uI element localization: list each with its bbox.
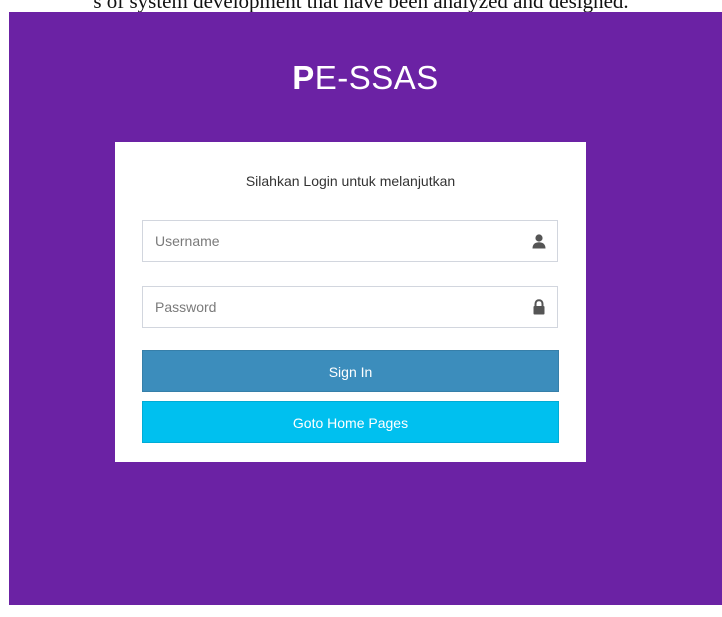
username-field[interactable]: [142, 220, 558, 262]
goto-home-pages-button[interactable]: Goto Home Pages: [142, 401, 559, 443]
login-box: Silahkan Login untuk melanjutkan Sign In…: [115, 142, 586, 462]
login-box-message: Silahkan Login untuk melanjutkan: [245, 173, 456, 189]
logo-text: E-SSAS: [314, 59, 439, 96]
login-page-background: PE-SSAS Silahkan Login untuk melanjutkan: [9, 12, 722, 605]
password-input[interactable]: [143, 287, 557, 327]
username-input[interactable]: [143, 221, 557, 261]
password-field[interactable]: [142, 286, 558, 328]
user-icon: [531, 233, 547, 249]
sign-in-button[interactable]: Sign In: [142, 350, 559, 392]
logo-initial: P: [292, 59, 315, 96]
app-logo: PE-SSAS: [9, 58, 722, 98]
lock-icon: [531, 299, 547, 315]
